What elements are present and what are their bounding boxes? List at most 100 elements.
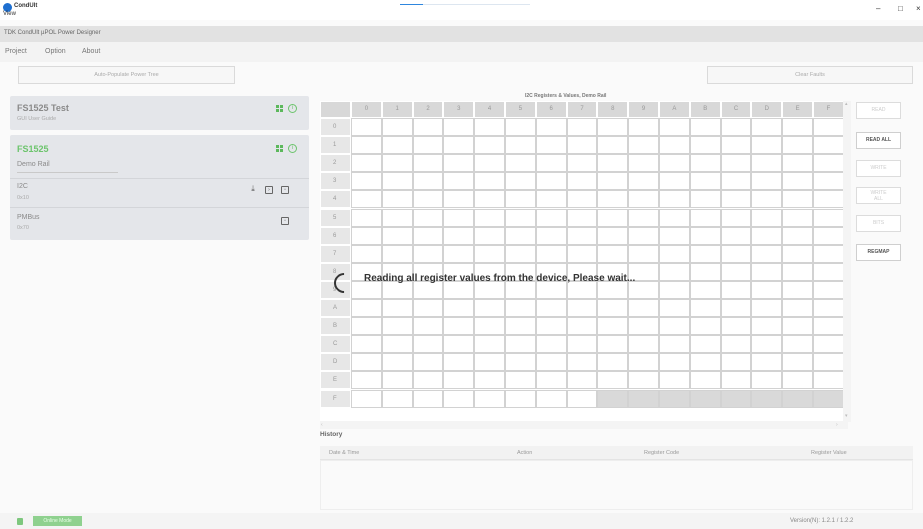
vertical-scrollbar[interactable]: ▴ ▾ <box>843 101 851 422</box>
register-cell[interactable] <box>566 335 598 354</box>
trash-icon[interactable] <box>17 518 23 525</box>
register-cell[interactable] <box>813 335 844 354</box>
register-cell[interactable] <box>505 154 536 173</box>
register-cell[interactable] <box>720 190 752 209</box>
register-cell[interactable] <box>689 172 721 191</box>
register-cell[interactable] <box>443 353 475 372</box>
register-cell[interactable] <box>751 371 783 390</box>
rail-name[interactable]: Demo Rail <box>17 161 50 168</box>
register-cell[interactable] <box>566 389 598 408</box>
register-cell[interactable] <box>381 154 413 173</box>
register-cell[interactable] <box>566 244 598 263</box>
register-cell[interactable] <box>535 371 567 390</box>
register-cell[interactable] <box>813 262 844 281</box>
register-cell[interactable] <box>381 299 413 318</box>
register-cell[interactable] <box>751 190 783 209</box>
register-cell[interactable] <box>535 208 567 227</box>
register-cell[interactable] <box>628 208 659 227</box>
scroll-right-icon[interactable]: › <box>836 422 838 428</box>
register-cell[interactable] <box>751 299 783 318</box>
register-cell[interactable] <box>720 371 752 390</box>
register-cell[interactable] <box>782 226 813 245</box>
register-cell[interactable] <box>474 172 505 191</box>
write-button[interactable]: WRITE <box>856 160 901 177</box>
register-cell[interactable] <box>566 118 598 137</box>
clear-faults-button[interactable]: Clear Faults <box>707 66 913 84</box>
register-cell[interactable] <box>505 371 536 390</box>
register-cell[interactable] <box>597 335 629 354</box>
register-cell[interactable] <box>535 154 567 173</box>
register-cell[interactable] <box>351 299 382 318</box>
register-cell[interactable] <box>412 190 444 209</box>
register-cell[interactable] <box>351 226 382 245</box>
register-cell[interactable] <box>813 389 844 408</box>
register-cell[interactable] <box>628 317 659 336</box>
register-cell[interactable] <box>381 389 413 408</box>
register-cell[interactable] <box>813 208 844 227</box>
register-cell[interactable] <box>412 317 444 336</box>
register-cell[interactable] <box>782 154 813 173</box>
register-cell[interactable] <box>813 353 844 372</box>
register-cell[interactable] <box>720 353 752 372</box>
register-cell[interactable] <box>597 154 629 173</box>
register-cell[interactable] <box>505 136 536 155</box>
register-cell[interactable] <box>566 299 598 318</box>
register-cell[interactable] <box>628 226 659 245</box>
register-cell[interactable] <box>597 299 629 318</box>
register-cell[interactable] <box>720 244 752 263</box>
register-cell[interactable] <box>381 172 413 191</box>
register-cell[interactable] <box>597 172 629 191</box>
register-cell[interactable] <box>535 190 567 209</box>
register-cell[interactable] <box>813 190 844 209</box>
read-all-button[interactable]: READ ALL <box>856 132 901 149</box>
register-cell[interactable] <box>474 226 505 245</box>
register-cell[interactable] <box>659 244 690 263</box>
register-cell[interactable] <box>751 118 783 137</box>
register-cell[interactable] <box>720 389 752 408</box>
register-cell[interactable] <box>813 226 844 245</box>
history-col-register-value[interactable]: Register Value <box>811 450 847 456</box>
register-cell[interactable] <box>720 262 752 281</box>
register-cell[interactable] <box>597 389 629 408</box>
register-cell[interactable] <box>659 208 690 227</box>
register-cell[interactable] <box>659 136 690 155</box>
register-cell[interactable] <box>689 280 721 299</box>
register-cell[interactable] <box>443 136 475 155</box>
register-cell[interactable] <box>689 118 721 137</box>
register-cell[interactable] <box>412 172 444 191</box>
scroll-left-icon[interactable]: ‹ <box>321 422 323 428</box>
register-cell[interactable] <box>566 190 598 209</box>
register-cell[interactable] <box>566 317 598 336</box>
register-cell[interactable] <box>443 389 475 408</box>
register-cell[interactable] <box>381 226 413 245</box>
register-cell[interactable] <box>813 244 844 263</box>
register-cell[interactable] <box>751 262 783 281</box>
register-cell[interactable] <box>689 262 721 281</box>
scroll-up-icon[interactable]: ▴ <box>845 101 848 107</box>
register-cell[interactable] <box>535 389 567 408</box>
register-cell[interactable] <box>720 136 752 155</box>
register-cell[interactable] <box>505 208 536 227</box>
info-icon[interactable]: i <box>288 144 297 153</box>
register-cell[interactable] <box>659 154 690 173</box>
register-cell[interactable] <box>474 317 505 336</box>
register-cell[interactable] <box>689 353 721 372</box>
bits-button[interactable]: BITS <box>856 215 901 232</box>
register-cell[interactable] <box>659 335 690 354</box>
register-cell[interactable] <box>443 317 475 336</box>
register-cell[interactable] <box>813 299 844 318</box>
register-cell[interactable] <box>505 118 536 137</box>
horizontal-scrollbar[interactable]: ‹ › <box>320 421 848 429</box>
register-cell[interactable] <box>782 299 813 318</box>
register-cell[interactable] <box>505 353 536 372</box>
console-icon[interactable]: › <box>265 186 273 194</box>
register-cell[interactable] <box>351 371 382 390</box>
register-cell[interactable] <box>813 136 844 155</box>
register-cell[interactable] <box>381 190 413 209</box>
register-cell[interactable] <box>813 317 844 336</box>
register-cell[interactable] <box>720 154 752 173</box>
calendar-icon[interactable]: ▫ <box>281 186 289 194</box>
register-cell[interactable] <box>443 226 475 245</box>
register-cell[interactable] <box>566 208 598 227</box>
close-button[interactable]: × <box>916 4 921 13</box>
